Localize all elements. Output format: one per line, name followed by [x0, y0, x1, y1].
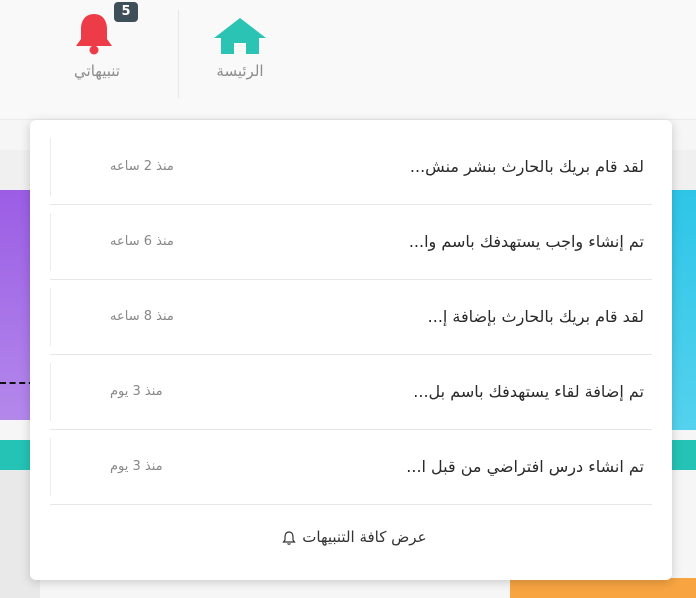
notification-item[interactable]: منذ 2 ساعه لقد قام بريك بالحارث بنشر منش…: [50, 130, 652, 205]
notification-count-badge: 5: [114, 2, 138, 22]
home-icon: [214, 18, 266, 54]
notification-time: منذ 2 ساعه: [110, 159, 174, 174]
nav-home[interactable]: الرئيسة: [180, 0, 300, 120]
background-card-orange: [510, 578, 696, 598]
notification-text: تم انشاء درس افتراضي من قبل ا...: [406, 457, 644, 476]
item-separator: [50, 438, 51, 496]
notification-item[interactable]: منذ 3 يوم تم انشاء درس افتراضي من قبل ا.…: [50, 430, 652, 505]
nav-notifications[interactable]: 5 تنبيهاتي: [37, 0, 157, 120]
notification-item[interactable]: منذ 6 ساعه تم إنشاء واجب يستهدفك باسم وا…: [50, 205, 652, 280]
notification-text: تم إنشاء واجب يستهدفك باسم وا...: [408, 232, 644, 251]
background-card-cyan: [670, 190, 696, 430]
top-navigation: 5 تنبيهاتي الرئيسة: [0, 0, 696, 120]
notification-text: تم إضافة لقاء يستهدفك باسم بل...: [413, 382, 644, 401]
nav-home-label: الرئيسة: [216, 62, 264, 80]
item-separator: [50, 213, 51, 271]
notification-time: منذ 3 يوم: [110, 459, 163, 474]
item-separator: [50, 138, 51, 196]
notification-text: لقد قام بريك بالحارث بإضافة إ...: [427, 307, 644, 326]
notification-time: منذ 6 ساعه: [110, 234, 174, 249]
notification-time: منذ 3 يوم: [110, 384, 163, 399]
nav-divider: [178, 10, 179, 98]
background-card-teal-right: [670, 440, 696, 470]
notification-list: منذ 2 ساعه لقد قام بريك بالحارث بنشر منش…: [50, 130, 652, 505]
notifications-dropdown: منذ 2 ساعه لقد قام بريك بالحارث بنشر منش…: [30, 120, 672, 580]
item-separator: [50, 288, 51, 346]
notification-text: لقد قام بريك بالحارث بنشر منش...: [409, 157, 644, 176]
notification-time: منذ 8 ساعه: [110, 309, 174, 324]
view-all-label: عرض كافة التنبيهات: [302, 528, 427, 546]
bell-outline-icon: [282, 530, 297, 545]
notification-item[interactable]: منذ 3 يوم تم إضافة لقاء يستهدفك باسم بل.…: [50, 355, 652, 430]
view-all-notifications-link[interactable]: عرض كافة التنبيهات: [30, 502, 672, 572]
notification-item[interactable]: منذ 8 ساعه لقد قام بريك بالحارث بإضافة إ…: [50, 280, 652, 355]
nav-notifications-label: تنبيهاتي: [74, 62, 120, 80]
item-separator: [50, 363, 51, 421]
bell-icon: [76, 14, 112, 55]
